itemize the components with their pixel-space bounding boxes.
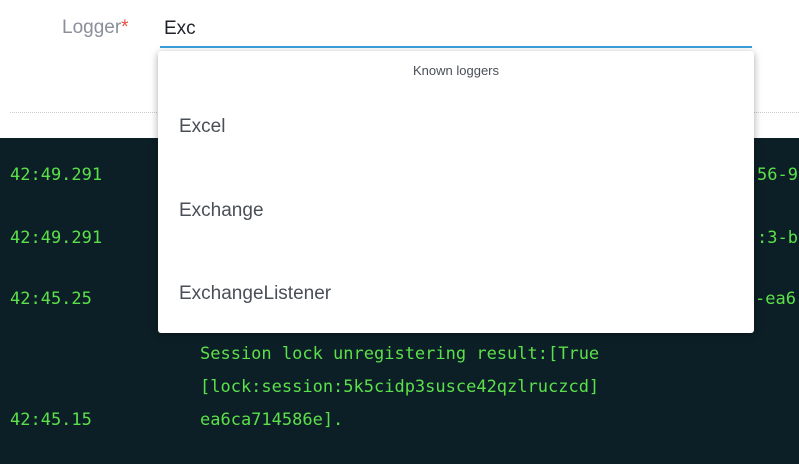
- log-message-fragment: 56-9: [757, 165, 798, 185]
- logger-label: Logger*: [62, 17, 129, 39]
- logger-input[interactable]: [160, 12, 752, 48]
- log-message-fragment: :3-b: [757, 228, 798, 248]
- log-message-line: Session lock unregistering result:[True: [200, 344, 600, 364]
- logger-autocomplete-dropdown: Known loggers Excel Exchange ExchangeLis…: [158, 51, 754, 333]
- log-message-fragment: -ea6: [755, 289, 796, 309]
- option-label: ExchangeListener: [179, 283, 332, 304]
- log-message-line: [lock:session:5k5cidp3susce42qzlruczcd]: [200, 377, 600, 397]
- required-asterisk: *: [121, 17, 129, 38]
- logger-option-excel[interactable]: Excel: [158, 97, 754, 157]
- option-label: Exchange: [179, 200, 264, 221]
- logger-option-exchangelistener[interactable]: ExchangeListener: [158, 264, 754, 324]
- log-timestamp: 42:45.25: [10, 289, 92, 309]
- dropdown-header: Known loggers: [413, 63, 499, 78]
- option-label: Excel: [179, 116, 226, 137]
- log-timestamp: 42:49.291: [10, 165, 103, 185]
- logger-label-text: Logger: [62, 17, 122, 38]
- logger-field-row: Logger*: [0, 0, 799, 56]
- log-message-line: ea6ca714586e].: [200, 410, 344, 430]
- log-timestamp: 42:45.15: [10, 410, 92, 430]
- log-timestamp: 42:49.291: [10, 228, 103, 248]
- logger-option-exchange[interactable]: Exchange: [158, 181, 754, 241]
